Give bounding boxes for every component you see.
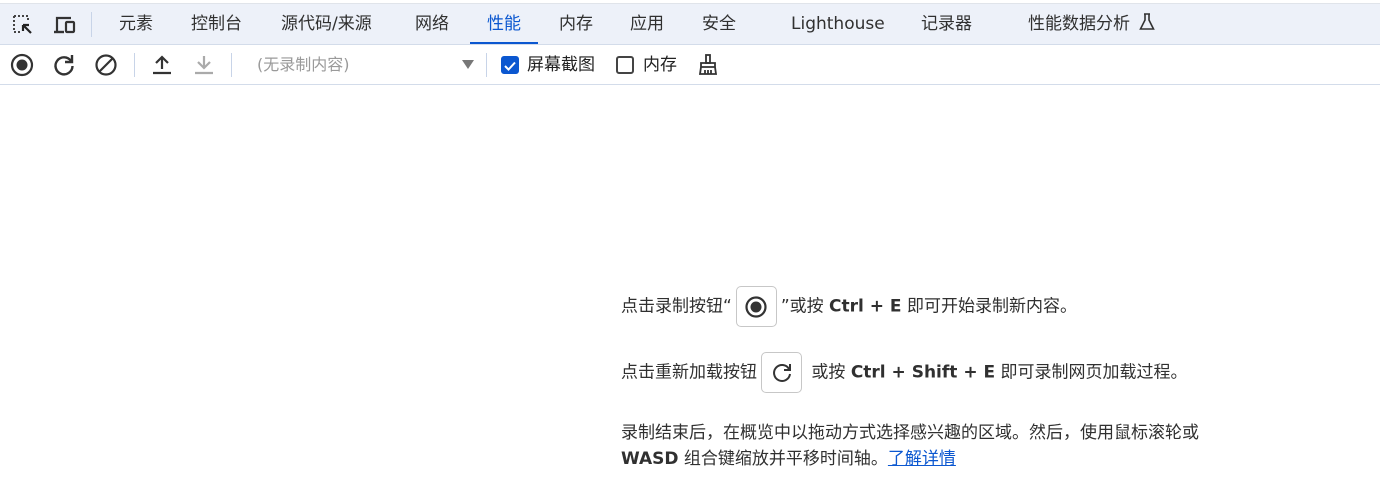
tab-memory[interactable]: 内存 <box>559 4 593 44</box>
recording-select[interactable]: (无录制内容) <box>245 45 480 85</box>
inspect-element-icon[interactable] <box>10 12 36 38</box>
tab-lighthouse[interactable]: Lighthouse <box>791 4 885 44</box>
inline-reload-button[interactable] <box>761 352 802 393</box>
save-profile-button[interactable] <box>191 52 217 78</box>
tab-sources[interactable]: 源代码/来源 <box>281 4 372 44</box>
shortcut-key: Ctrl + E <box>829 296 902 317</box>
tab-recorder[interactable]: 记录器 <box>921 4 972 44</box>
load-profile-button[interactable] <box>149 52 175 78</box>
memory-label[interactable]: 内存 <box>643 45 677 85</box>
separator <box>91 12 92 37</box>
dropdown-arrow-icon <box>462 60 474 69</box>
record-instruction: 点击录制按钮“ ”或按 Ctrl + E 即可开始录制新内容。 <box>621 286 1077 327</box>
record-icon <box>10 53 34 77</box>
shortcut-key: WASD <box>621 449 679 469</box>
clear-icon <box>95 54 117 76</box>
tab-label: 性能数据分析 <box>1028 14 1130 34</box>
reload-instruction: 点击重新加载按钮 或按 Ctrl + Shift + E 即可录制网页加载过程。 <box>621 352 1188 393</box>
tab-security[interactable]: 安全 <box>702 4 736 44</box>
separator <box>134 53 135 77</box>
text: 即可开始录制新内容。 <box>906 296 1077 317</box>
reload-icon <box>54 55 74 76</box>
tab-elements[interactable]: 元素 <box>119 4 153 44</box>
tab-performance-insights[interactable]: 性能数据分析 <box>1028 4 1156 44</box>
text: ”或按 <box>780 296 824 317</box>
performance-toolbar: (无录制内容) 屏幕截图 内存 <box>0 45 1380 85</box>
flask-icon <box>1139 13 1156 30</box>
tab-network[interactable]: 网络 <box>415 4 449 44</box>
inline-record-button[interactable] <box>735 286 777 327</box>
shortcut-key: Ctrl + Shift + E <box>850 362 996 383</box>
record-button[interactable] <box>9 52 35 78</box>
broom-icon <box>698 54 718 75</box>
separator <box>231 53 232 77</box>
upload-icon <box>153 55 171 75</box>
recording-select-value: (无录制内容) <box>257 55 350 74</box>
record-icon <box>745 295 767 318</box>
text: 点击录制按钮“ <box>621 296 732 317</box>
devtools-tab-bar: 元素 控制台 源代码/来源 网络 性能 内存 应用 安全 Lighthouse … <box>0 4 1380 45</box>
reload-record-button[interactable] <box>51 52 77 78</box>
navigation-instruction: 录制结束后，在概览中以拖动方式选择感兴趣的区域。然后，使用鼠标滚轮或 WASD … <box>621 420 1199 472</box>
learn-more-link[interactable]: 了解详情 <box>888 449 956 469</box>
reload-icon <box>772 363 791 382</box>
download-icon <box>195 56 213 75</box>
check-icon <box>504 61 516 71</box>
tab-application[interactable]: 应用 <box>630 4 664 44</box>
memory-checkbox[interactable] <box>616 56 634 74</box>
clear-button[interactable] <box>93 52 119 78</box>
text: 录制结束后，在概览中以拖动方式选择感兴趣的区域。然后，使用鼠标滚轮或 <box>621 423 1199 443</box>
screenshots-label[interactable]: 屏幕截图 <box>527 45 595 85</box>
screenshots-checkbox[interactable] <box>501 56 519 74</box>
text: 即可录制网页加载过程。 <box>1000 362 1188 383</box>
text: 点击重新加载按钮 <box>621 362 757 383</box>
separator <box>486 53 487 77</box>
text: 组合键缩放并平移时间轴。 <box>683 449 888 469</box>
tab-console[interactable]: 控制台 <box>191 4 242 44</box>
tab-performance[interactable]: 性能 <box>470 4 538 44</box>
device-toolbar-icon[interactable] <box>52 12 78 38</box>
text: 或按 <box>811 362 846 383</box>
collect-garbage-button[interactable] <box>695 52 721 78</box>
